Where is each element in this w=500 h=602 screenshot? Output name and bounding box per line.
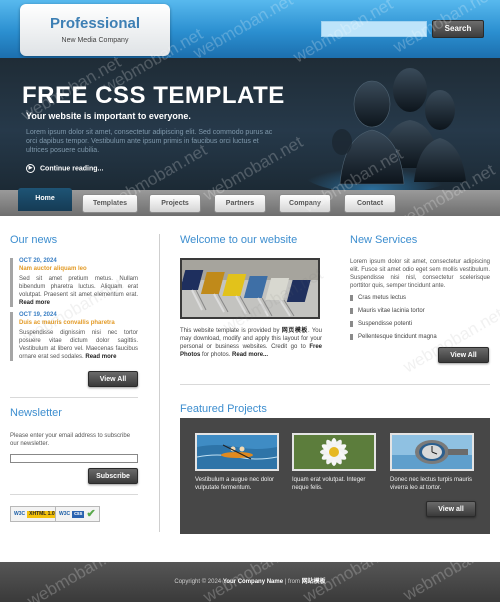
divider — [180, 384, 490, 385]
nav-item-company[interactable]: Company — [279, 194, 331, 213]
featured-item-text: Donec nec lectus turpis mauris viverra l… — [390, 477, 473, 491]
people-silhouette-icon — [300, 68, 466, 190]
news-date: OCT 19, 2024 — [19, 312, 57, 318]
logo[interactable]: Professional New Media Company — [20, 4, 170, 56]
hero-text: Lorem ipsum dolor sit amet, consectetur … — [26, 129, 273, 154]
welcome-text: This website template is provided by 网页模… — [180, 328, 322, 358]
css-tag: css — [72, 511, 85, 518]
xhtml-tag: XHTML 1.0 — [27, 511, 57, 518]
continue-reading-link[interactable]: ▶ Continue reading... — [26, 164, 103, 173]
featured-projects-panel: Vestibulum a augue nec dolor vulputate f… — [180, 418, 490, 534]
service-item[interactable]: Cras metus lectus — [350, 295, 490, 301]
news-date: OCT 20, 2024 — [19, 258, 57, 264]
binder-clips-image — [180, 258, 320, 319]
service-item[interactable]: Suspendisse potenti — [350, 321, 490, 327]
services-text: Lorem ipsum dolor sit amet, consectetur … — [350, 259, 490, 289]
news-body: Sed sit amet pretium metus. Nullam biben… — [19, 276, 138, 306]
featured-title: Featured Projects — [180, 403, 267, 415]
nav-item-home[interactable]: Home — [18, 188, 72, 211]
kayak-image[interactable] — [195, 433, 279, 471]
logo-title: Professional — [49, 15, 141, 32]
nav-item-contact[interactable]: Contact — [344, 194, 396, 213]
welcome-title: Welcome to our website — [180, 234, 298, 246]
read-more-link[interactable]: Read more — [85, 354, 116, 360]
divider — [10, 397, 138, 398]
search-button[interactable]: Search — [432, 20, 484, 38]
arrow-right-icon: ▶ — [26, 164, 35, 173]
featured-item-text: Iquam erat volutpat. Integer neque felis… — [292, 477, 366, 491]
news-title: Our news — [10, 234, 58, 246]
copyright-text: Copyright © 2024 Your Company Name | fro… — [174, 579, 326, 585]
news-item: OCT 19, 2024 Duis ac mauris convallis ph… — [10, 312, 138, 361]
divider — [10, 494, 138, 495]
news-body: Suspendisse dignissim nisi nec tortor po… — [19, 330, 138, 360]
services-title: New Services — [350, 234, 418, 246]
company-link[interactable]: Your Company Name — [223, 579, 283, 585]
watch-image[interactable] — [390, 433, 474, 471]
newsletter-email-input[interactable] — [10, 454, 138, 463]
provider-link[interactable]: 网页模板 — [282, 328, 308, 334]
subscribe-button[interactable]: Subscribe — [88, 468, 138, 484]
nav-item-projects[interactable]: Projects — [149, 194, 201, 213]
news-headline[interactable]: Duis ac mauris convallis pharetra — [19, 320, 138, 326]
watermark: webmoban.net — [400, 304, 500, 377]
logo-subtitle: New Media Company — [61, 37, 129, 44]
footer: Copyright © 2024 Your Company Name | fro… — [0, 562, 500, 602]
news-view-all-button[interactable]: View All — [88, 371, 138, 387]
nav-item-templates[interactable]: Templates — [82, 194, 138, 213]
newsletter-text: Please enter your email address to subsc… — [10, 433, 131, 447]
read-more-link[interactable]: Read more... — [232, 352, 268, 358]
featured-view-all-button[interactable]: View all — [426, 501, 476, 517]
check-icon: ✔ — [86, 508, 96, 520]
css-valid-badge[interactable]: W3C css ✔ — [55, 506, 100, 522]
continue-reading-label: Continue reading... — [40, 165, 104, 173]
hero-title: FREE CSS TEMPLATE — [22, 82, 285, 109]
daisy-image[interactable] — [292, 433, 376, 471]
service-item[interactable]: Mauris vitae lacinia tortor — [350, 308, 490, 314]
news-item: OCT 20, 2024 Nam auctor aliquam leo Sed … — [10, 258, 138, 307]
services-view-all-button[interactable]: View All — [438, 347, 489, 363]
news-headline[interactable]: Nam auctor aliquam leo — [19, 266, 138, 272]
hero-banner: FREE CSS TEMPLATE Your website is import… — [0, 58, 500, 190]
search-input[interactable] — [321, 21, 427, 37]
source-link[interactable]: 网站模板 — [302, 579, 326, 585]
column-divider — [159, 234, 160, 532]
w3c-label: W3C — [14, 511, 26, 517]
w3c-label: W3C — [59, 511, 71, 517]
read-more-link[interactable]: Read more — [19, 300, 50, 306]
newsletter-title: Newsletter — [10, 407, 62, 419]
featured-item-text: Vestibulum a augue nec dolor vulputate f… — [195, 477, 275, 491]
hero-subtitle: Your website is important to everyone. — [26, 111, 191, 121]
nav-item-partners[interactable]: Partners — [214, 194, 266, 213]
service-item[interactable]: Pellentesque tincidunt magna — [350, 334, 490, 340]
